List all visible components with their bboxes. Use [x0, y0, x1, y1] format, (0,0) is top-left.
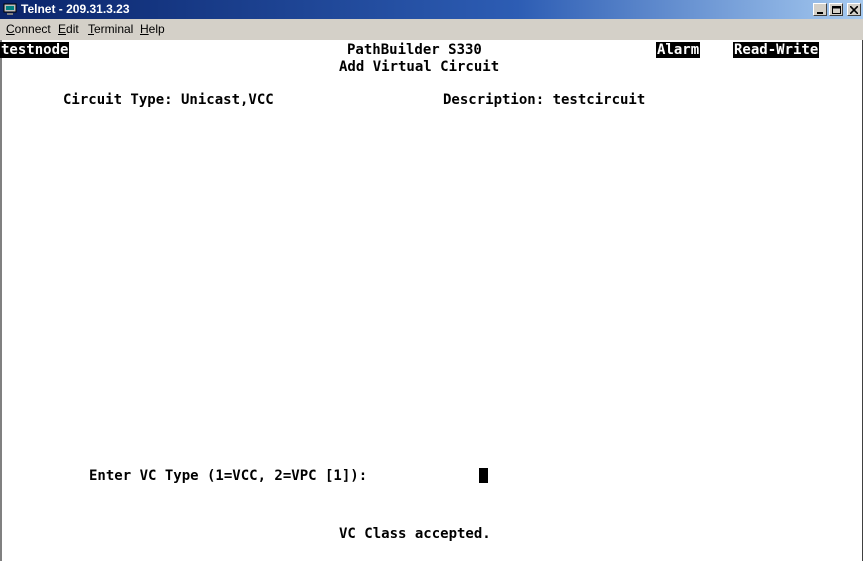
- minimize-icon: [817, 12, 823, 14]
- text-cursor[interactable]: [479, 468, 488, 483]
- window-title: Telnet - 209.31.3.23: [21, 2, 130, 16]
- terminal-border: [0, 40, 2, 561]
- maximize-icon: [832, 6, 841, 14]
- description-field: Description: testcircuit: [443, 92, 646, 108]
- telnet-icon: [3, 3, 17, 15]
- telnet-window: Telnet - 209.31.3.23 Connect Edit Termin…: [0, 0, 863, 561]
- menu-help-mnemonic: H: [140, 22, 149, 36]
- menu-edit-mnemonic: E: [58, 22, 67, 36]
- maximize-button[interactable]: [829, 3, 843, 16]
- menu-connect-label: onnect: [14, 22, 51, 36]
- menu-terminal-label: erminal: [94, 22, 134, 36]
- alarm-indicator: Alarm: [656, 42, 701, 58]
- menu-terminal[interactable]: Terminal: [88, 22, 133, 36]
- vc-type-prompt: Enter VC Type (1=VCC, 2=VPC [1]):: [89, 468, 368, 484]
- screen-title: Add Virtual Circuit: [339, 59, 500, 75]
- menu-edit[interactable]: Edit: [58, 22, 79, 36]
- circuit-type-field: Circuit Type: Unicast,VCC: [63, 92, 274, 108]
- minimize-button[interactable]: [813, 3, 827, 16]
- node-name-label: testnode: [0, 42, 70, 58]
- menu-connect-mnemonic: C: [6, 22, 15, 36]
- menu-help-label: elp: [148, 22, 165, 36]
- status-message: VC Class accepted.: [339, 526, 491, 542]
- terminal-screen[interactable]: testnode PathBuilder S330 Alarm Read-Wri…: [0, 40, 863, 561]
- menu-edit-label: dit: [66, 22, 79, 36]
- menu-bar: Connect Edit Terminal Help: [0, 19, 863, 39]
- title-bar[interactable]: Telnet - 209.31.3.23: [0, 0, 863, 19]
- menu-connect[interactable]: Connect: [6, 22, 51, 36]
- access-mode-indicator: Read-Write: [733, 42, 820, 58]
- menu-help[interactable]: Help: [140, 22, 165, 36]
- close-button[interactable]: [847, 3, 861, 16]
- close-icon: [850, 6, 858, 14]
- product-name: PathBuilder S330: [347, 42, 482, 58]
